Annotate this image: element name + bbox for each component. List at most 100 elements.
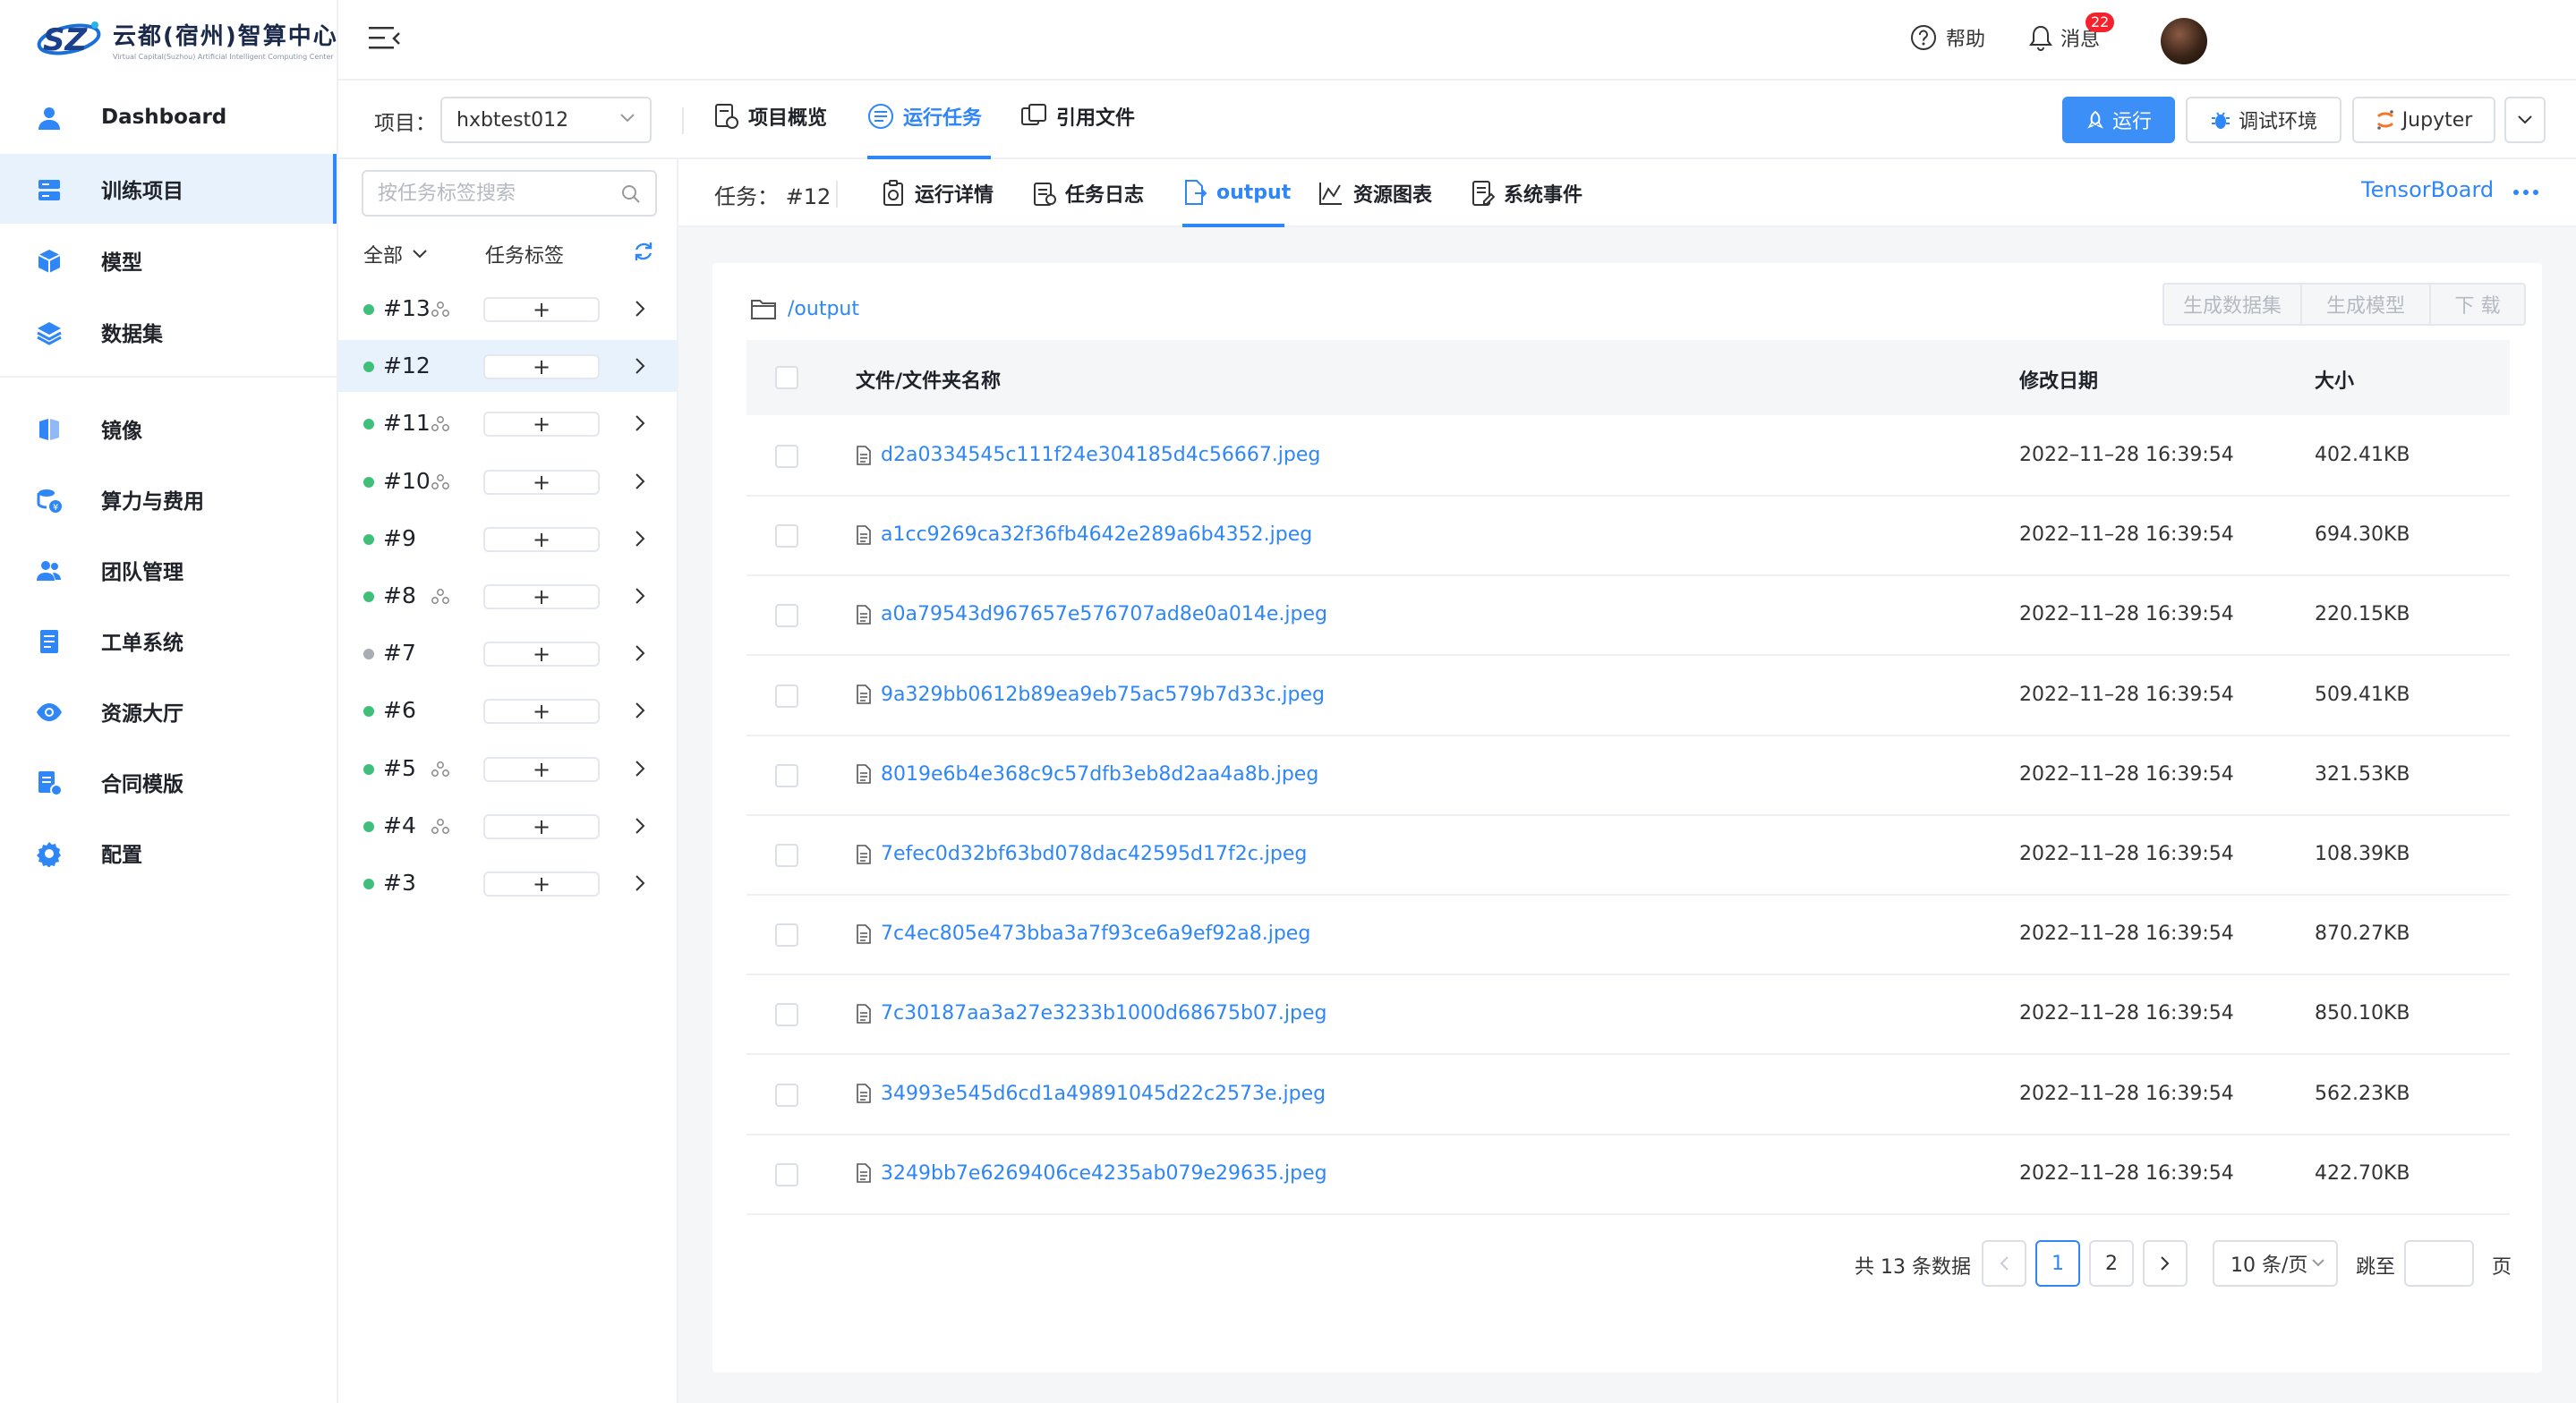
task-row[interactable]: #5 +: [338, 743, 677, 795]
tab-project-overview[interactable]: 项目概览: [714, 102, 827, 131]
tab-resource-chart[interactable]: 资源图表: [1318, 179, 1432, 208]
sidebar-item-ticket[interactable]: 工单系统: [0, 606, 337, 676]
add-tag-button[interactable]: +: [483, 584, 600, 609]
add-tag-button[interactable]: +: [483, 813, 600, 839]
row-checkbox[interactable]: [775, 445, 798, 468]
row-checkbox[interactable]: [775, 763, 798, 787]
chevron-right-icon[interactable]: [634, 701, 646, 720]
tab-running-tasks[interactable]: 运行任务: [867, 102, 982, 131]
task-row[interactable]: #4 +: [338, 800, 677, 852]
file-link[interactable]: 7efec0d32bf63bd078dac42595d17f2c.jpeg: [856, 843, 1307, 865]
file-link[interactable]: a0a79543d967657e576707ad8e0a014e.jpeg: [856, 603, 1327, 625]
sidebar-item-contract[interactable]: 合同模版: [0, 747, 337, 817]
jump-page-input[interactable]: [2404, 1240, 2474, 1287]
tab-run-details[interactable]: 运行详情: [883, 179, 994, 208]
add-tag-button[interactable]: +: [483, 412, 600, 438]
jupyter-button[interactable]: Jupyter: [2352, 97, 2495, 143]
row-checkbox[interactable]: [775, 684, 798, 708]
breadcrumb[interactable]: /output: [750, 297, 859, 320]
chevron-right-icon[interactable]: [634, 356, 646, 376]
logo[interactable]: SZ 云都(宿州)智算中心 Virtual Capital(Suzhou) Ar…: [36, 16, 338, 63]
tab-output[interactable]: output: [1182, 179, 1291, 206]
row-checkbox[interactable]: [775, 1083, 798, 1107]
file-link[interactable]: d2a0334545c111f24e304185d4c56667.jpeg: [856, 444, 1320, 466]
task-filter-dropdown[interactable]: 全部: [363, 240, 428, 268]
task-row[interactable]: #3 +: [338, 857, 677, 909]
avatar[interactable]: [2161, 18, 2207, 64]
search-icon[interactable]: [621, 184, 641, 204]
page-size-select[interactable]: 10 条/页: [2213, 1240, 2338, 1287]
row-checkbox[interactable]: [775, 524, 798, 548]
task-search-input[interactable]: [363, 172, 605, 215]
file-link[interactable]: 7c4ec805e473bba3a7f93ce6a9ef92a8.jpeg: [856, 923, 1310, 945]
sidebar-item-image[interactable]: 镜像: [0, 394, 337, 463]
chevron-right-icon[interactable]: [634, 759, 646, 778]
tab-system-events[interactable]: 系统事件: [1471, 179, 1582, 208]
task-row[interactable]: #9 +: [338, 513, 677, 565]
file-link[interactable]: 3249bb7e6269406ce4235ab079e29635.jpeg: [856, 1162, 1327, 1185]
sidebar-item-dataset[interactable]: 数据集: [0, 297, 337, 367]
project-select[interactable]: hxbtest012: [440, 97, 652, 143]
add-tag-button[interactable]: +: [483, 526, 600, 552]
file-link[interactable]: 9a329bb0612b89ea9eb75ac579b7d33c.jpeg: [856, 684, 1325, 706]
chevron-right-icon[interactable]: [634, 643, 646, 663]
next-page-button[interactable]: [2143, 1240, 2188, 1287]
more-actions-dropdown[interactable]: [2504, 97, 2546, 143]
row-checkbox[interactable]: [775, 923, 798, 948]
tensorboard-link[interactable]: TensorBoard: [2361, 177, 2494, 202]
sidebar-item-settings[interactable]: 配置: [0, 818, 337, 888]
sidebar-item-dashboard[interactable]: Dashboard: [0, 82, 337, 152]
page-button-1[interactable]: 1: [2035, 1240, 2080, 1287]
task-row[interactable]: #7 +: [338, 627, 677, 679]
debug-environment-button[interactable]: 调试环境: [2186, 97, 2341, 143]
sidebar-item-training[interactable]: 训练项目: [0, 154, 337, 224]
jupyter-icon: [2376, 110, 2393, 130]
file-link[interactable]: 34993e545d6cd1a49891045d22c2573e.jpeg: [856, 1083, 1326, 1105]
chevron-right-icon[interactable]: [634, 816, 646, 836]
help-button[interactable]: 帮助: [1910, 23, 1985, 52]
chevron-right-icon[interactable]: [634, 529, 646, 548]
row-checkbox[interactable]: [775, 604, 798, 628]
row-checkbox[interactable]: [775, 1003, 798, 1027]
chevron-right-icon[interactable]: [634, 586, 646, 606]
add-tag-button[interactable]: +: [483, 469, 600, 495]
create-model-button[interactable]: 生成模型: [2300, 283, 2431, 326]
refresh-icon[interactable]: [632, 240, 655, 263]
task-row[interactable]: #13 +: [338, 283, 677, 335]
file-link[interactable]: 7c30187aa3a27e3233b1000d68675b07.jpeg: [856, 1002, 1326, 1025]
select-all-checkbox[interactable]: [775, 366, 798, 389]
chevron-right-icon[interactable]: [634, 873, 646, 893]
chevron-right-icon[interactable]: [634, 413, 646, 433]
sidebar-item-resource-hall[interactable]: 资源大厅: [0, 676, 337, 746]
add-tag-button[interactable]: +: [483, 297, 600, 322]
task-row[interactable]: #12 +: [338, 340, 677, 393]
task-row[interactable]: #8 +: [338, 570, 677, 622]
add-tag-button[interactable]: +: [483, 699, 600, 725]
add-tag-button[interactable]: +: [483, 354, 600, 380]
tab-task-log[interactable]: 任务日志: [1033, 179, 1144, 208]
row-checkbox[interactable]: [775, 844, 798, 867]
sidebar-item-model[interactable]: 模型: [0, 225, 337, 295]
task-row[interactable]: #10 +: [338, 455, 677, 507]
file-link[interactable]: 8019e6b4e368c9c57dfb3eb8d2aa4a8b.jpeg: [856, 763, 1318, 786]
row-checkbox[interactable]: [775, 1162, 798, 1186]
create-dataset-button[interactable]: 生成数据集: [2162, 283, 2302, 326]
add-tag-button[interactable]: +: [483, 642, 600, 667]
chevron-right-icon[interactable]: [634, 472, 646, 491]
download-button[interactable]: 下 载: [2429, 283, 2526, 326]
menu-fold-icon[interactable]: [369, 25, 401, 52]
sidebar-item-team[interactable]: 团队管理: [0, 535, 337, 605]
sidebar-item-compute-cost[interactable]: ¥ 算力与费用: [0, 464, 337, 534]
more-options-icon[interactable]: [2513, 190, 2538, 195]
tab-referenced-files[interactable]: 引用文件: [1020, 102, 1135, 131]
task-row[interactable]: #11 +: [338, 397, 677, 449]
chevron-right-icon[interactable]: [634, 299, 646, 319]
run-button[interactable]: 运行: [2062, 97, 2175, 143]
file-link[interactable]: a1cc9269ca32f36fb4642e289a6b4352.jpeg: [856, 523, 1312, 546]
notification-badge: 22: [2086, 13, 2115, 32]
add-tag-button[interactable]: +: [483, 872, 600, 897]
page-button-2[interactable]: 2: [2089, 1240, 2134, 1287]
add-tag-button[interactable]: +: [483, 756, 600, 782]
task-row[interactable]: #6 +: [338, 684, 677, 736]
prev-page-button[interactable]: [1982, 1240, 2026, 1287]
